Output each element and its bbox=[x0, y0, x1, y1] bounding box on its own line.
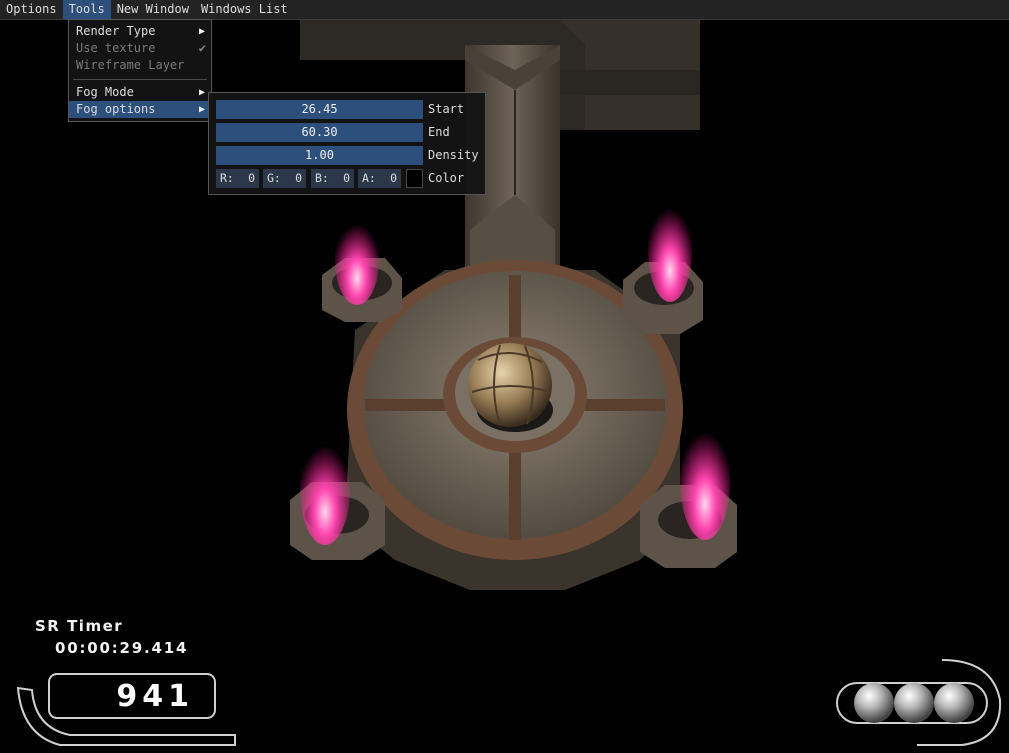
fog-color-label: Color bbox=[428, 171, 465, 185]
fog-density-label: Density bbox=[428, 148, 479, 162]
life-marble-icon bbox=[854, 683, 894, 723]
menu-tools[interactable]: Tools bbox=[62, 0, 111, 19]
menu-bar: Options Tools New Window Windows List bbox=[0, 0, 1009, 20]
fog-end-input[interactable]: 60.30 bbox=[216, 123, 423, 142]
channel-label: B: bbox=[315, 171, 329, 185]
fog-color-swatch[interactable] bbox=[406, 169, 423, 188]
menu-item-use-texture[interactable]: Use texture ✔ bbox=[69, 40, 211, 57]
menu-windows-list[interactable]: Windows List bbox=[195, 0, 294, 19]
channel-value: 0 bbox=[390, 171, 397, 185]
menu-item-label: Wireframe Layer bbox=[76, 58, 185, 72]
submenu-arrow-icon: ▶ bbox=[198, 87, 205, 98]
fog-color-b-input[interactable]: B: 0 bbox=[311, 169, 354, 188]
menu-item-label: Use texture bbox=[76, 41, 156, 55]
channel-value: 0 bbox=[248, 171, 255, 185]
player-ball bbox=[468, 343, 552, 427]
menu-item-label: Fog options bbox=[76, 102, 156, 116]
torch-pillar-top-left bbox=[322, 215, 402, 322]
tools-dropdown: Render Type ▶ Use texture ✔ Wireframe La… bbox=[68, 19, 212, 122]
score-box: 941 bbox=[48, 673, 216, 719]
fog-color-g-input[interactable]: G: 0 bbox=[263, 169, 306, 188]
fog-density-input[interactable]: 1.00 bbox=[216, 146, 423, 165]
submenu-arrow-icon: ▶ bbox=[198, 26, 205, 37]
menu-new-window[interactable]: New Window bbox=[111, 0, 195, 19]
life-marble-icon bbox=[894, 683, 934, 723]
fog-options-panel: 26.45 Start 60.30 End 1.00 Density R: 0 … bbox=[208, 92, 486, 195]
menu-options[interactable]: Options bbox=[0, 0, 63, 19]
menu-item-label: Render Type bbox=[76, 24, 156, 38]
fog-start-label: Start bbox=[428, 102, 465, 116]
menu-item-label: Fog Mode bbox=[76, 85, 134, 99]
menu-item-wireframe-layer[interactable]: Wireframe Layer bbox=[69, 57, 211, 74]
score-value: 941 bbox=[116, 679, 194, 714]
fog-color-a-input[interactable]: A: 0 bbox=[358, 169, 401, 188]
channel-value: 0 bbox=[343, 171, 350, 185]
channel-label: A: bbox=[362, 171, 376, 185]
timer-value: 00:00:29.414 bbox=[55, 639, 189, 657]
fog-color-row: R: 0 G: 0 B: 0 A: 0 Color bbox=[216, 169, 486, 188]
timer-title: SR Timer bbox=[35, 617, 124, 635]
menu-separator bbox=[73, 79, 207, 80]
fog-color-r-input[interactable]: R: 0 bbox=[216, 169, 259, 188]
menu-item-fog-options[interactable]: Fog options ▶ bbox=[69, 101, 211, 118]
life-marble-icon bbox=[934, 683, 974, 723]
torch-pillar-top-right bbox=[623, 198, 703, 334]
menu-item-render-type[interactable]: Render Type ▶ bbox=[69, 23, 211, 40]
submenu-arrow-icon: ▶ bbox=[198, 104, 205, 115]
channel-label: R: bbox=[220, 171, 234, 185]
lives-indicator bbox=[836, 659, 1002, 746]
fog-end-label: End bbox=[428, 125, 450, 139]
channel-value: 0 bbox=[295, 171, 302, 185]
checkmark-icon: ✔ bbox=[198, 41, 206, 55]
menu-item-fog-mode[interactable]: Fog Mode ▶ bbox=[69, 84, 211, 101]
channel-label: G: bbox=[267, 171, 281, 185]
fog-start-input[interactable]: 26.45 bbox=[216, 100, 423, 119]
